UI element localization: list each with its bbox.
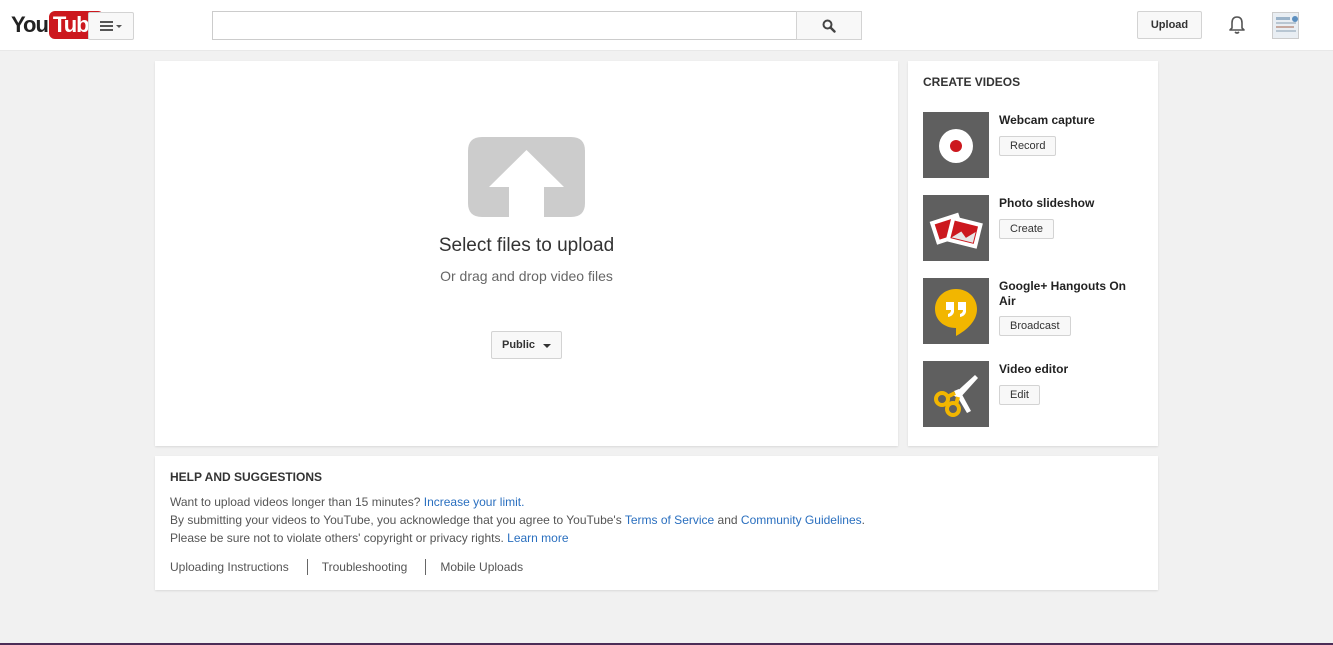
help-heading: HELP AND SUGGESTIONS xyxy=(170,470,323,484)
record-button[interactable]: Record xyxy=(999,136,1057,156)
bell-icon[interactable] xyxy=(1226,14,1248,36)
help-suggestions-panel: HELP AND SUGGESTIONS Want to upload vide… xyxy=(155,456,1158,590)
create-item-hangouts: Google+ Hangouts On Air Broadcast xyxy=(923,278,1148,344)
create-item-title: Webcam capture xyxy=(999,113,1095,127)
community-guidelines-link[interactable]: Community Guidelines xyxy=(741,513,862,527)
divider xyxy=(425,559,427,575)
terms-of-service-link[interactable]: Terms of Service xyxy=(625,513,714,527)
upload-arrow-icon[interactable] xyxy=(468,137,585,217)
photos-icon[interactable] xyxy=(923,195,989,261)
create-item-title: Google+ Hangouts On Air xyxy=(999,279,1127,308)
help-line-terms: By submitting your videos to YouTube, yo… xyxy=(170,513,865,527)
help-text: Want to upload videos longer than 15 min… xyxy=(170,495,421,509)
record-icon[interactable] xyxy=(923,112,989,178)
chevron-down-icon xyxy=(116,24,122,28)
masthead: You Tube Upload xyxy=(0,0,1333,51)
help-text: Please be sure not to violate others' co… xyxy=(170,531,504,545)
help-text: By submitting your videos to YouTube, yo… xyxy=(170,513,622,527)
hangouts-icon[interactable] xyxy=(923,278,989,344)
broadcast-button[interactable]: Broadcast xyxy=(999,316,1071,336)
privacy-value: Public xyxy=(501,339,535,351)
logo-you-text: You xyxy=(11,12,49,37)
help-line-limit: Want to upload videos longer than 15 min… xyxy=(170,495,524,509)
edit-button[interactable]: Edit xyxy=(999,385,1040,405)
troubleshooting-link[interactable]: Troubleshooting xyxy=(322,560,408,574)
create-item-slideshow: Photo slideshow Create xyxy=(923,195,1148,261)
create-videos-panel: CREATE VIDEOS Webcam capture Record Phot… xyxy=(908,61,1158,446)
mobile-uploads-link[interactable]: Mobile Uploads xyxy=(440,560,523,574)
learn-more-link[interactable]: Learn more xyxy=(507,531,568,545)
select-files-title[interactable]: Select files to upload xyxy=(155,235,898,257)
hamburger-icon xyxy=(100,21,113,31)
create-item-title: Photo slideshow xyxy=(999,196,1095,210)
guide-menu-button[interactable] xyxy=(88,12,134,40)
divider xyxy=(306,559,308,575)
privacy-dropdown[interactable]: Public xyxy=(491,331,562,359)
search-input[interactable] xyxy=(212,11,797,40)
create-item-editor: Video editor Edit xyxy=(923,361,1148,427)
search-icon xyxy=(822,19,836,33)
upload-panel[interactable]: Select files to upload Or drag and drop … xyxy=(155,61,898,446)
scissors-icon[interactable] xyxy=(923,361,989,427)
increase-limit-link[interactable]: Increase your limit. xyxy=(424,495,525,509)
help-links-row: Uploading Instructions Troubleshooting M… xyxy=(170,559,523,575)
help-line-copyright: Please be sure not to violate others' co… xyxy=(170,531,569,545)
avatar-image xyxy=(1273,13,1298,38)
chevron-down-icon xyxy=(543,344,551,348)
avatar[interactable] xyxy=(1272,12,1299,39)
create-item-webcam: Webcam capture Record xyxy=(923,112,1148,178)
help-text: . xyxy=(861,513,865,527)
create-slideshow-button[interactable]: Create xyxy=(999,219,1055,239)
uploading-instructions-link[interactable]: Uploading Instructions xyxy=(170,560,289,574)
create-item-title: Video editor xyxy=(999,362,1069,376)
upload-button[interactable]: Upload xyxy=(1137,11,1202,39)
search-button[interactable] xyxy=(796,11,862,40)
create-videos-heading: CREATE VIDEOS xyxy=(923,75,1021,89)
drag-drop-hint: Or drag and drop video files xyxy=(440,268,613,284)
help-text: and xyxy=(717,513,738,527)
